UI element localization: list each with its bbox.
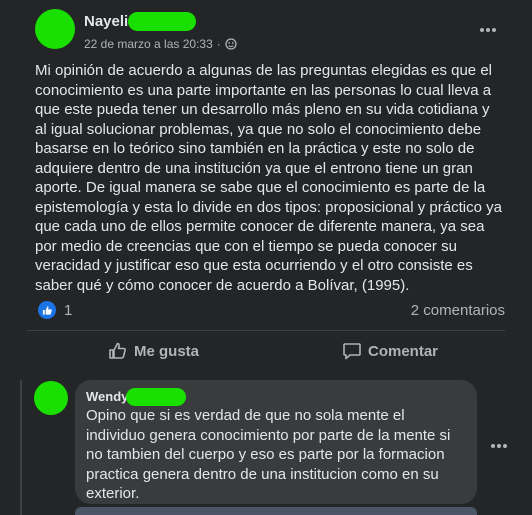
name-redaction bbox=[128, 12, 196, 31]
like-button[interactable]: Me gusta bbox=[108, 341, 199, 361]
reaction-count[interactable]: 1 bbox=[64, 302, 72, 319]
comment-author-name[interactable]: Wendy bbox=[86, 389, 128, 404]
divider bbox=[27, 330, 505, 331]
post-author-name[interactable]: Nayeli bbox=[84, 13, 128, 30]
comment-thread-line bbox=[20, 380, 22, 515]
comment-button-label: Comentar bbox=[368, 342, 439, 360]
comment-more-options-icon[interactable] bbox=[489, 436, 509, 456]
comments-count-link[interactable]: 2 comentarios bbox=[411, 302, 505, 319]
like-reaction-icon[interactable] bbox=[38, 301, 56, 319]
thumbs-up-icon bbox=[109, 342, 126, 359]
comment-button[interactable]: Comentar bbox=[342, 341, 438, 361]
more-options-icon[interactable] bbox=[478, 20, 498, 40]
post-body-text: Mi opinión de acuerdo a algunas de las p… bbox=[35, 62, 502, 294]
globe-icon bbox=[225, 38, 237, 50]
like-button-label: Me gusta bbox=[134, 342, 200, 360]
post-meta: 22 de marzo a las 20:33 · bbox=[84, 37, 237, 51]
post-author-avatar[interactable] bbox=[35, 9, 75, 49]
next-comment-preview bbox=[75, 507, 477, 515]
post-timestamp[interactable]: 22 de marzo a las 20:33 bbox=[84, 37, 213, 51]
comment-text: Opino que si es verdad de que no sola me… bbox=[86, 407, 451, 502]
name-redaction bbox=[126, 388, 186, 406]
speech-bubble-icon bbox=[343, 343, 361, 360]
comment-author-avatar[interactable] bbox=[34, 381, 68, 415]
